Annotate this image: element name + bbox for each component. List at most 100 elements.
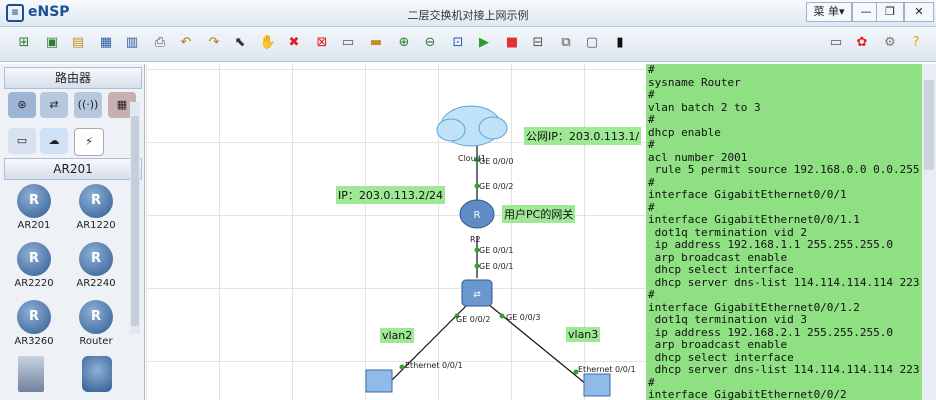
delete-link-icon[interactable]: ⊠ — [312, 33, 332, 53]
port-label-r2-up: GE 0/0/2 — [479, 182, 514, 191]
undo-icon[interactable]: ↶ — [176, 33, 196, 53]
print-icon[interactable]: ⎙ — [150, 33, 170, 53]
config-line: dhcp enable — [648, 125, 721, 139]
config-line: dhcp server dns-list 114.114.114.114 223… — [654, 275, 922, 289]
stop-icon[interactable]: ■ — [502, 33, 522, 53]
config-line: interface GigabitEthernet0/0/1.1 — [648, 213, 860, 226]
config-line: # — [648, 138, 655, 151]
pc-category-icon[interactable]: ▭ — [8, 128, 36, 154]
note-public-ip[interactable]: 公网IP：203.0.113.1/ — [524, 127, 642, 145]
config-lines: # sysname Router # vlan batch 2 to 3 # dhcp e… — [646, 64, 922, 400]
device-label: Router — [79, 336, 113, 347]
router-icon: R — [17, 300, 51, 334]
fit-icon[interactable]: ⊡ — [448, 33, 468, 53]
text-note-icon[interactable]: ▭ — [338, 33, 358, 53]
new-topology-icon[interactable]: ⊞ — [14, 33, 34, 53]
router-category-icon[interactable]: ⊛ — [8, 92, 36, 118]
note-r2-ip[interactable]: IP：203.0.113.2/24 — [336, 186, 446, 204]
port-label-cloud: GE 0/0/0 — [479, 157, 514, 166]
save-as-icon[interactable]: ▥ — [122, 33, 142, 53]
new-file-icon[interactable]: ▣ — [42, 33, 62, 53]
config-scroll-thumb[interactable] — [924, 80, 934, 170]
cloud-category-icon[interactable]: ☁ — [40, 128, 68, 154]
title-bar: ≡ eNSP 二层交换机对接上网示例 菜 单▾ — ❐ ✕ — [0, 0, 936, 27]
rectangle-icon[interactable]: ▬ — [366, 33, 386, 53]
device-router[interactable]: R Router — [68, 300, 124, 347]
router-label: R2 — [470, 235, 481, 244]
config-line: dot1q termination vid 3 — [648, 313, 807, 326]
device-ar3260[interactable]: R AR3260 — [6, 300, 62, 347]
config-line: interface GigabitEthernet0/0/2 — [648, 388, 847, 400]
device-label: AR2240 — [76, 278, 116, 289]
config-line: dhcp select interface — [648, 263, 794, 276]
console-icon[interactable]: ▢ — [582, 33, 602, 53]
topology-canvas[interactable]: R ⇄ Cloud1 GE 0/0/0 GE 0/0/2 R2 GE 0/0/1… — [146, 64, 646, 400]
ar201-subheader: AR201 — [4, 158, 142, 180]
menu-button[interactable]: 菜 单▾ — [806, 2, 852, 22]
connection-category-icon[interactable]: ⚡ — [74, 128, 104, 156]
note-gateway[interactable]: 用户PC的网关 — [502, 205, 576, 223]
config-line: # — [648, 88, 655, 101]
port-label-pc1: Ethernet 0/0/1 — [405, 361, 463, 370]
toolbar: ⊞ ▣ ▤ ▦ ▥ ⎙ ↶ ↷ ⬉ ✋ ✖ ⊠ ▭ ▬ ⊕ ⊖ ⊡ ▶ ■ ⊟ … — [0, 27, 936, 62]
config-line: arp broadcast enable — [648, 338, 788, 351]
device-panel: 路由器 ⊛ ⇄ ((·)) ▦ ▭ ☁ ⚡ AR201 R AR201 R AR… — [0, 64, 145, 400]
config-line: sysname Router — [648, 75, 741, 89]
note-vlan2[interactable]: vlan2 — [380, 328, 415, 343]
config-line: dhcp server dns-list 114.114.114.114 223… — [654, 363, 922, 376]
device-ar1220[interactable]: R AR1220 — [68, 184, 124, 231]
device-ar201[interactable]: R AR201 — [6, 184, 62, 231]
link-layer: R ⇄ — [365, 105, 611, 397]
device-ar2240[interactable]: R AR2240 — [68, 242, 124, 289]
router-icon: R — [79, 184, 113, 218]
redo-icon[interactable]: ↷ — [204, 33, 224, 53]
router-icon: R — [17, 242, 51, 276]
delete-icon[interactable]: ✖ — [284, 33, 304, 53]
config-line: rule 5 permit source 192.168.0.0 0.0.255… — [648, 163, 922, 176]
zoom-in-icon[interactable]: ⊕ — [394, 33, 414, 53]
router-icon: R — [79, 242, 113, 276]
config-line: # — [648, 64, 655, 76]
wireless-category-icon[interactable]: ((·)) — [74, 92, 102, 118]
port-label-sw-left: GE 0/0/2 — [456, 315, 491, 324]
config-line: # — [648, 113, 655, 126]
svg-text:⇄: ⇄ — [473, 290, 481, 300]
port-label-sw-right: GE 0/0/3 — [506, 313, 541, 322]
config-line: vlan batch 2 to 3 — [648, 100, 761, 114]
settings-icon[interactable]: ⚙ — [880, 33, 900, 53]
window-title: 二层交换机对接上网示例 — [407, 9, 529, 22]
terminal-icon[interactable]: ▮ — [610, 33, 630, 53]
device-ar2220[interactable]: R AR2220 — [6, 242, 62, 289]
huawei-icon[interactable]: ✿ — [852, 33, 872, 53]
device-panel-scroll-thumb[interactable] — [131, 116, 139, 326]
chat-icon[interactable]: ▭ — [826, 33, 846, 53]
help-icon[interactable]: ? — [906, 33, 926, 53]
close-button[interactable]: ✕ — [904, 2, 934, 22]
router-icon: R — [459, 199, 495, 229]
switch-icon: ⇄ — [461, 279, 493, 307]
capture-icon[interactable]: ⊟ — [528, 33, 548, 53]
cloud-icon — [436, 105, 508, 147]
config-line: interface GigabitEthernet0/0/1 — [648, 188, 847, 201]
pc-icon — [583, 373, 611, 397]
restore-button[interactable]: ❐ — [876, 2, 904, 22]
open-icon[interactable]: ▤ — [68, 33, 88, 53]
note-vlan3[interactable]: vlan3 — [566, 327, 601, 342]
pan-hand-icon[interactable]: ✋ — [258, 33, 278, 53]
port-label-r2-down: GE 0/0/1 — [479, 246, 514, 255]
device-label: AR2220 — [14, 278, 54, 289]
nat-device-icon[interactable] — [82, 356, 112, 392]
switch-category-icon[interactable]: ⇄ — [40, 92, 68, 118]
router-icon: R — [79, 300, 113, 334]
chassis-device-icon[interactable] — [18, 356, 44, 392]
svg-text:R: R — [474, 210, 481, 221]
zoom-out-icon[interactable]: ⊖ — [420, 33, 440, 53]
device-label: AR201 — [17, 220, 51, 231]
start-icon[interactable]: ▶ — [474, 33, 494, 53]
port-label-pc2: Ethernet 0/0/1 — [578, 365, 636, 374]
select-icon[interactable]: ⬉ — [230, 33, 250, 53]
save-icon[interactable]: ▦ — [96, 33, 116, 53]
topology-icon[interactable]: ⧉ — [556, 33, 576, 53]
config-text-panel[interactable]: # sysname Router # vlan batch 2 to 3 # dhcp e… — [646, 64, 922, 400]
router-icon: R — [17, 184, 51, 218]
